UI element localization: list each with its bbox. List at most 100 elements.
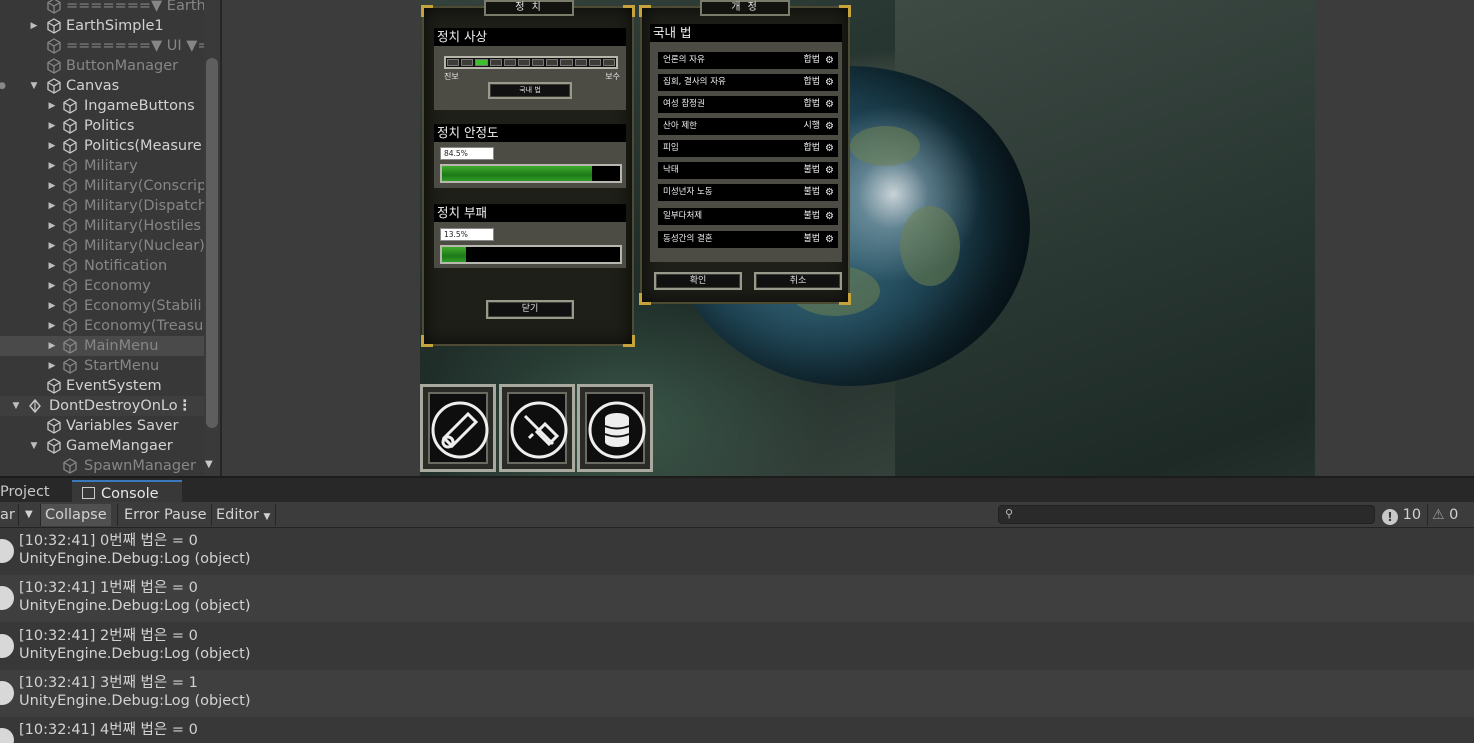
scroll-down-arrow-icon[interactable]: ▼ <box>205 459 213 470</box>
reform-panel: 개 정 국내 법 언론의 자유 합법 ⚙ 집회, 결사의 자유 합법 ⚙ 여성 참정권 합… <box>639 0 851 305</box>
expand-arrow-icon[interactable]: ▶ <box>46 116 58 136</box>
gear-icon[interactable]: ⚙ <box>825 162 834 179</box>
gear-icon[interactable]: ⚙ <box>825 118 834 135</box>
tab-console[interactable]: Console <box>72 480 182 504</box>
hierarchy-scrollbar-thumb[interactable] <box>206 58 218 428</box>
hierarchy-scene-header[interactable]: ▼ DontDestroyOnLo ⋮ <box>0 396 204 416</box>
law-row[interactable]: 여성 참정권 합법 ⚙ <box>658 96 838 113</box>
hierarchy-item[interactable]: SpawnManager <box>0 456 205 476</box>
collapse-toggle[interactable]: Collapse <box>41 504 111 526</box>
ideology-segment <box>517 59 531 66</box>
hierarchy-item[interactable]: ▶ Economy <box>0 276 205 296</box>
close-button[interactable]: 닫기 <box>486 300 574 319</box>
cancel-button[interactable]: 취소 <box>754 272 842 290</box>
gear-icon[interactable]: ⚙ <box>825 208 834 225</box>
log-message: [10:32:41] 0번째 법은 = 0 <box>19 533 198 549</box>
warning-count-toggle[interactable]: ⚠ 0 <box>1432 504 1458 526</box>
law-name: 피임 <box>663 143 679 153</box>
hierarchy-item[interactable]: ▶ Economy(Treasu <box>0 316 205 336</box>
log-entry[interactable]: [10:32:41] 3번째 법은 = 1 UnityEngine.Debug:… <box>0 670 1474 717</box>
log-entry[interactable]: [10:32:41] 0번째 법은 = 0 UnityEngine.Debug:… <box>0 528 1474 575</box>
hierarchy-item[interactable]: ▶ Military(Nuclear) <box>0 236 205 256</box>
hierarchy-item[interactable]: ▶ EarthSimple1 <box>0 16 205 36</box>
error-icon: ! <box>1382 509 1398 525</box>
law-row[interactable]: 산아 제한 시행 ⚙ <box>658 118 838 135</box>
gear-icon[interactable]: ⚙ <box>825 184 834 201</box>
expand-arrow-icon[interactable]: ▶ <box>46 316 58 336</box>
collapse-arrow-icon[interactable]: ▼ <box>28 436 40 456</box>
expand-arrow-icon[interactable]: ▶ <box>46 96 58 116</box>
more-options-icon[interactable]: ⋮ <box>178 396 193 416</box>
hierarchy-item[interactable]: ▶ Notification <box>0 256 205 276</box>
expand-arrow-icon[interactable]: ▶ <box>46 336 58 356</box>
hierarchy-item[interactable]: =======▼ Earth <box>0 0 205 16</box>
gameobject-icon <box>63 258 77 274</box>
log-stacktrace: UnityEngine.Debug:Log (object) <box>19 551 251 567</box>
hierarchy-item[interactable]: ▶ Military(Dispatch <box>0 196 205 216</box>
expand-arrow-icon[interactable]: ▶ <box>46 356 58 376</box>
error-count-toggle[interactable]: ! 10 <box>1382 504 1421 526</box>
expand-arrow-icon[interactable]: ▶ <box>46 276 58 296</box>
hierarchy-item[interactable]: Variables Saver <box>0 416 205 436</box>
expand-arrow-icon[interactable]: ▶ <box>46 296 58 316</box>
law-status: 불법 <box>803 165 820 175</box>
clear-button[interactable]: ar <box>0 504 19 526</box>
log-message: [10:32:41] 4번째 법은 = 0 <box>19 722 198 738</box>
gear-icon[interactable]: ⚙ <box>825 96 834 113</box>
error-pause-toggle[interactable]: Error Pause <box>120 504 211 526</box>
console-search-input[interactable]: ⚲ <box>998 505 1375 524</box>
hierarchy-item[interactable]: ▶ Economy(Stabili <box>0 296 205 316</box>
law-row[interactable]: 집회, 결사의 자유 합법 ⚙ <box>658 74 838 91</box>
politics-menu-button[interactable] <box>420 384 496 472</box>
hierarchy-item[interactable]: ButtonManager <box>0 56 205 76</box>
law-row[interactable]: 언론의 자유 합법 ⚙ <box>658 52 838 69</box>
log-entry[interactable]: [10:32:41] 4번째 법은 = 0 <box>0 717 1474 743</box>
hierarchy-item[interactable]: ▶ IngameButtons <box>0 96 205 116</box>
domestic-law-button[interactable]: 국내 법 <box>488 82 572 99</box>
expand-arrow-icon[interactable]: ▶ <box>46 136 58 156</box>
expand-arrow-icon[interactable]: ▶ <box>46 236 58 256</box>
console-log-list[interactable]: [10:32:41] 0번째 법은 = 0 UnityEngine.Debug:… <box>0 528 1474 743</box>
expand-arrow-icon[interactable]: ▶ <box>46 196 58 216</box>
expand-arrow-icon[interactable]: ▶ <box>46 216 58 236</box>
ideology-segment <box>546 59 559 66</box>
economy-menu-button[interactable] <box>577 384 653 472</box>
gameobject-icon <box>47 438 61 454</box>
hierarchy-item[interactable]: ▶ Politics <box>0 116 205 136</box>
ideology-slider[interactable] <box>444 56 618 69</box>
law-row[interactable]: 피임 합법 ⚙ <box>658 140 838 157</box>
collapse-arrow-icon[interactable]: ▼ <box>28 76 40 96</box>
expand-arrow-icon[interactable]: ▶ <box>46 156 58 176</box>
expand-arrow-icon[interactable]: ▶ <box>46 176 58 196</box>
hierarchy-item[interactable]: EventSystem <box>0 376 205 396</box>
gear-icon[interactable]: ⚙ <box>825 140 834 157</box>
confirm-button[interactable]: 확인 <box>654 272 742 290</box>
hierarchy-item-label: GameMangaer <box>66 438 173 454</box>
hierarchy-item[interactable]: ▶ Military <box>0 156 205 176</box>
law-row[interactable]: 미성년자 노동 불법 ⚙ <box>658 184 838 201</box>
expand-arrow-icon[interactable]: ▶ <box>28 16 40 36</box>
hierarchy-item[interactable]: ▶ Military(Hostiles <box>0 216 205 236</box>
hierarchy-item[interactable]: ▼ GameMangaer <box>0 436 205 456</box>
law-row[interactable]: 동성간의 결혼 불법 ⚙ <box>658 231 838 248</box>
gear-icon[interactable]: ⚙ <box>825 52 834 69</box>
clear-options-dropdown-icon[interactable]: ▼ <box>21 504 37 526</box>
military-menu-button[interactable] <box>499 384 575 472</box>
hierarchy-item[interactable]: ▶ Politics(Measure <box>0 136 205 156</box>
gear-icon[interactable]: ⚙ <box>825 231 834 248</box>
log-entry[interactable]: [10:32:41] 1번째 법은 = 0 UnityEngine.Debug:… <box>0 575 1474 622</box>
hierarchy-item[interactable]: =======▼ UI ▼= <box>0 36 205 56</box>
editor-dropdown[interactable]: Editor ▼ <box>212 504 274 526</box>
gear-icon[interactable]: ⚙ <box>825 74 834 91</box>
hierarchy-item[interactable]: ▶ MainMenu <box>0 336 205 356</box>
collapse-arrow-icon[interactable]: ▼ <box>10 396 22 416</box>
hierarchy-item[interactable]: ● ▼ Canvas <box>0 76 205 96</box>
game-view[interactable]: 정 치 정치 사상 진보 보수 국내 법 정치 안정도 84.5% 정치 부패 … <box>420 0 1315 476</box>
hierarchy-item[interactable]: ▶ Military(Conscrip <box>0 176 205 196</box>
law-row[interactable]: 낙태 불법 ⚙ <box>658 162 838 179</box>
law-row[interactable]: 일부다처제 불법 ⚙ <box>658 208 838 225</box>
hierarchy-item[interactable]: ▶ StartMenu <box>0 356 205 376</box>
expand-arrow-icon[interactable]: ▶ <box>46 256 58 276</box>
log-entry[interactable]: [10:32:41] 2번째 법은 = 0 UnityEngine.Debug:… <box>0 623 1474 670</box>
tab-project[interactable]: Project <box>0 480 50 504</box>
